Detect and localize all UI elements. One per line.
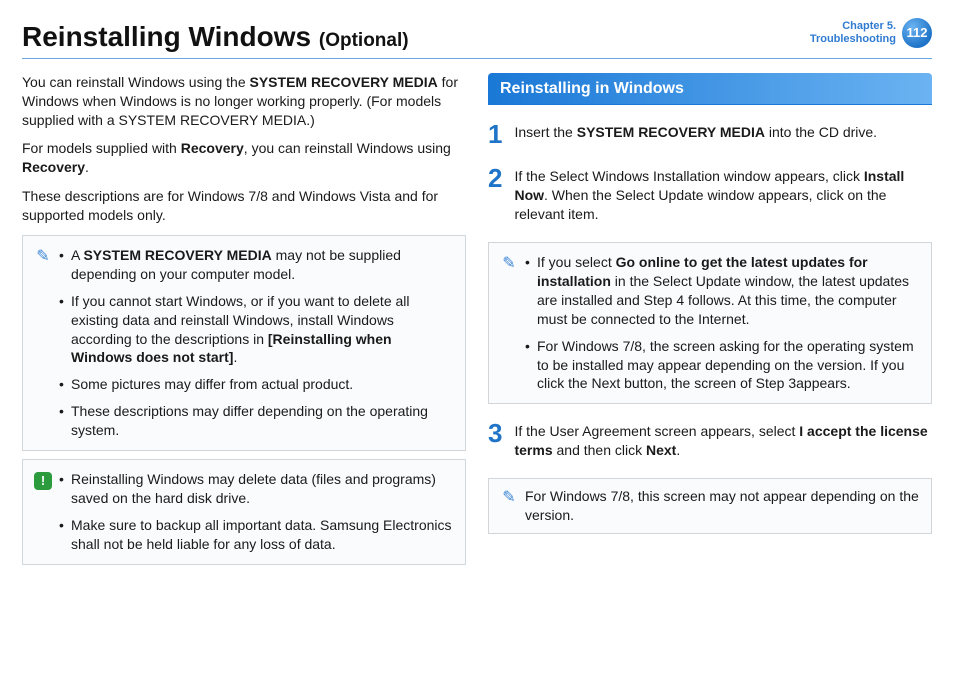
pencil-icon: ✎ <box>33 246 53 440</box>
list-item: If you cannot start Windows, or if you w… <box>59 292 453 368</box>
chapter-line2: Troubleshooting <box>810 33 896 46</box>
right-column: Reinstalling in Windows 1 Insert the SYS… <box>488 73 932 571</box>
step-number: 1 <box>488 121 502 147</box>
page-title: Reinstalling Windows (Optional) <box>22 18 409 56</box>
intro-paragraph-1: You can reinstall Windows using the SYST… <box>22 73 466 130</box>
left-column: You can reinstall Windows using the SYST… <box>22 73 466 571</box>
step-1: 1 Insert the SYSTEM RECOVERY MEDIA into … <box>488 121 932 147</box>
title-main: Reinstalling Windows <box>22 21 311 52</box>
pencil-icon: ✎ <box>499 487 519 525</box>
page-number-badge: 112 <box>902 18 932 48</box>
list-item: Some pictures may differ from actual pro… <box>59 375 453 394</box>
warning-note-box: ! Reinstalling Windows may delete data (… <box>22 459 466 565</box>
step-number: 2 <box>488 165 502 224</box>
step-body: If the User Agreement screen appears, se… <box>514 420 932 460</box>
step-number: 3 <box>488 420 502 460</box>
info-note-box: ✎ If you select Go online to get the lat… <box>488 242 932 404</box>
list-item: If you select Go online to get the lates… <box>525 253 919 329</box>
warning-icon-wrap: ! <box>33 470 53 554</box>
page-header: Reinstalling Windows (Optional) Chapter … <box>22 18 932 59</box>
chapter-info: Chapter 5. Troubleshooting 112 <box>810 18 932 48</box>
step-body: Insert the SYSTEM RECOVERY MEDIA into th… <box>514 121 932 147</box>
list-item: A SYSTEM RECOVERY MEDIA may not be suppl… <box>59 246 453 284</box>
step-2: 2 If the Select Windows Installation win… <box>488 165 932 224</box>
pencil-icon: ✎ <box>499 253 519 393</box>
section-header: Reinstalling in Windows <box>488 73 932 106</box>
chapter-line1: Chapter 5. <box>810 20 896 33</box>
list-item: Reinstalling Windows may delete data (fi… <box>59 470 453 508</box>
title-subtitle: (Optional) <box>319 30 409 51</box>
step-body: If the Select Windows Installation windo… <box>514 165 932 224</box>
warning-icon: ! <box>34 472 52 490</box>
chapter-text: Chapter 5. Troubleshooting <box>810 20 896 46</box>
plain-note: ✎ For Windows 7/8, this screen may not a… <box>488 478 932 534</box>
note-text: For Windows 7/8, this screen may not app… <box>525 487 921 525</box>
intro-paragraph-3: These descriptions are for Windows 7/8 a… <box>22 187 466 225</box>
info-note-box: ✎ A SYSTEM RECOVERY MEDIA may not be sup… <box>22 235 466 451</box>
list-item: For Windows 7/8, the screen asking for t… <box>525 337 919 394</box>
intro-paragraph-2: For models supplied with Recovery, you c… <box>22 139 466 177</box>
step-3: 3 If the User Agreement screen appears, … <box>488 420 932 460</box>
list-item: Make sure to backup all important data. … <box>59 516 453 554</box>
list-item: These descriptions may differ depending … <box>59 402 453 440</box>
